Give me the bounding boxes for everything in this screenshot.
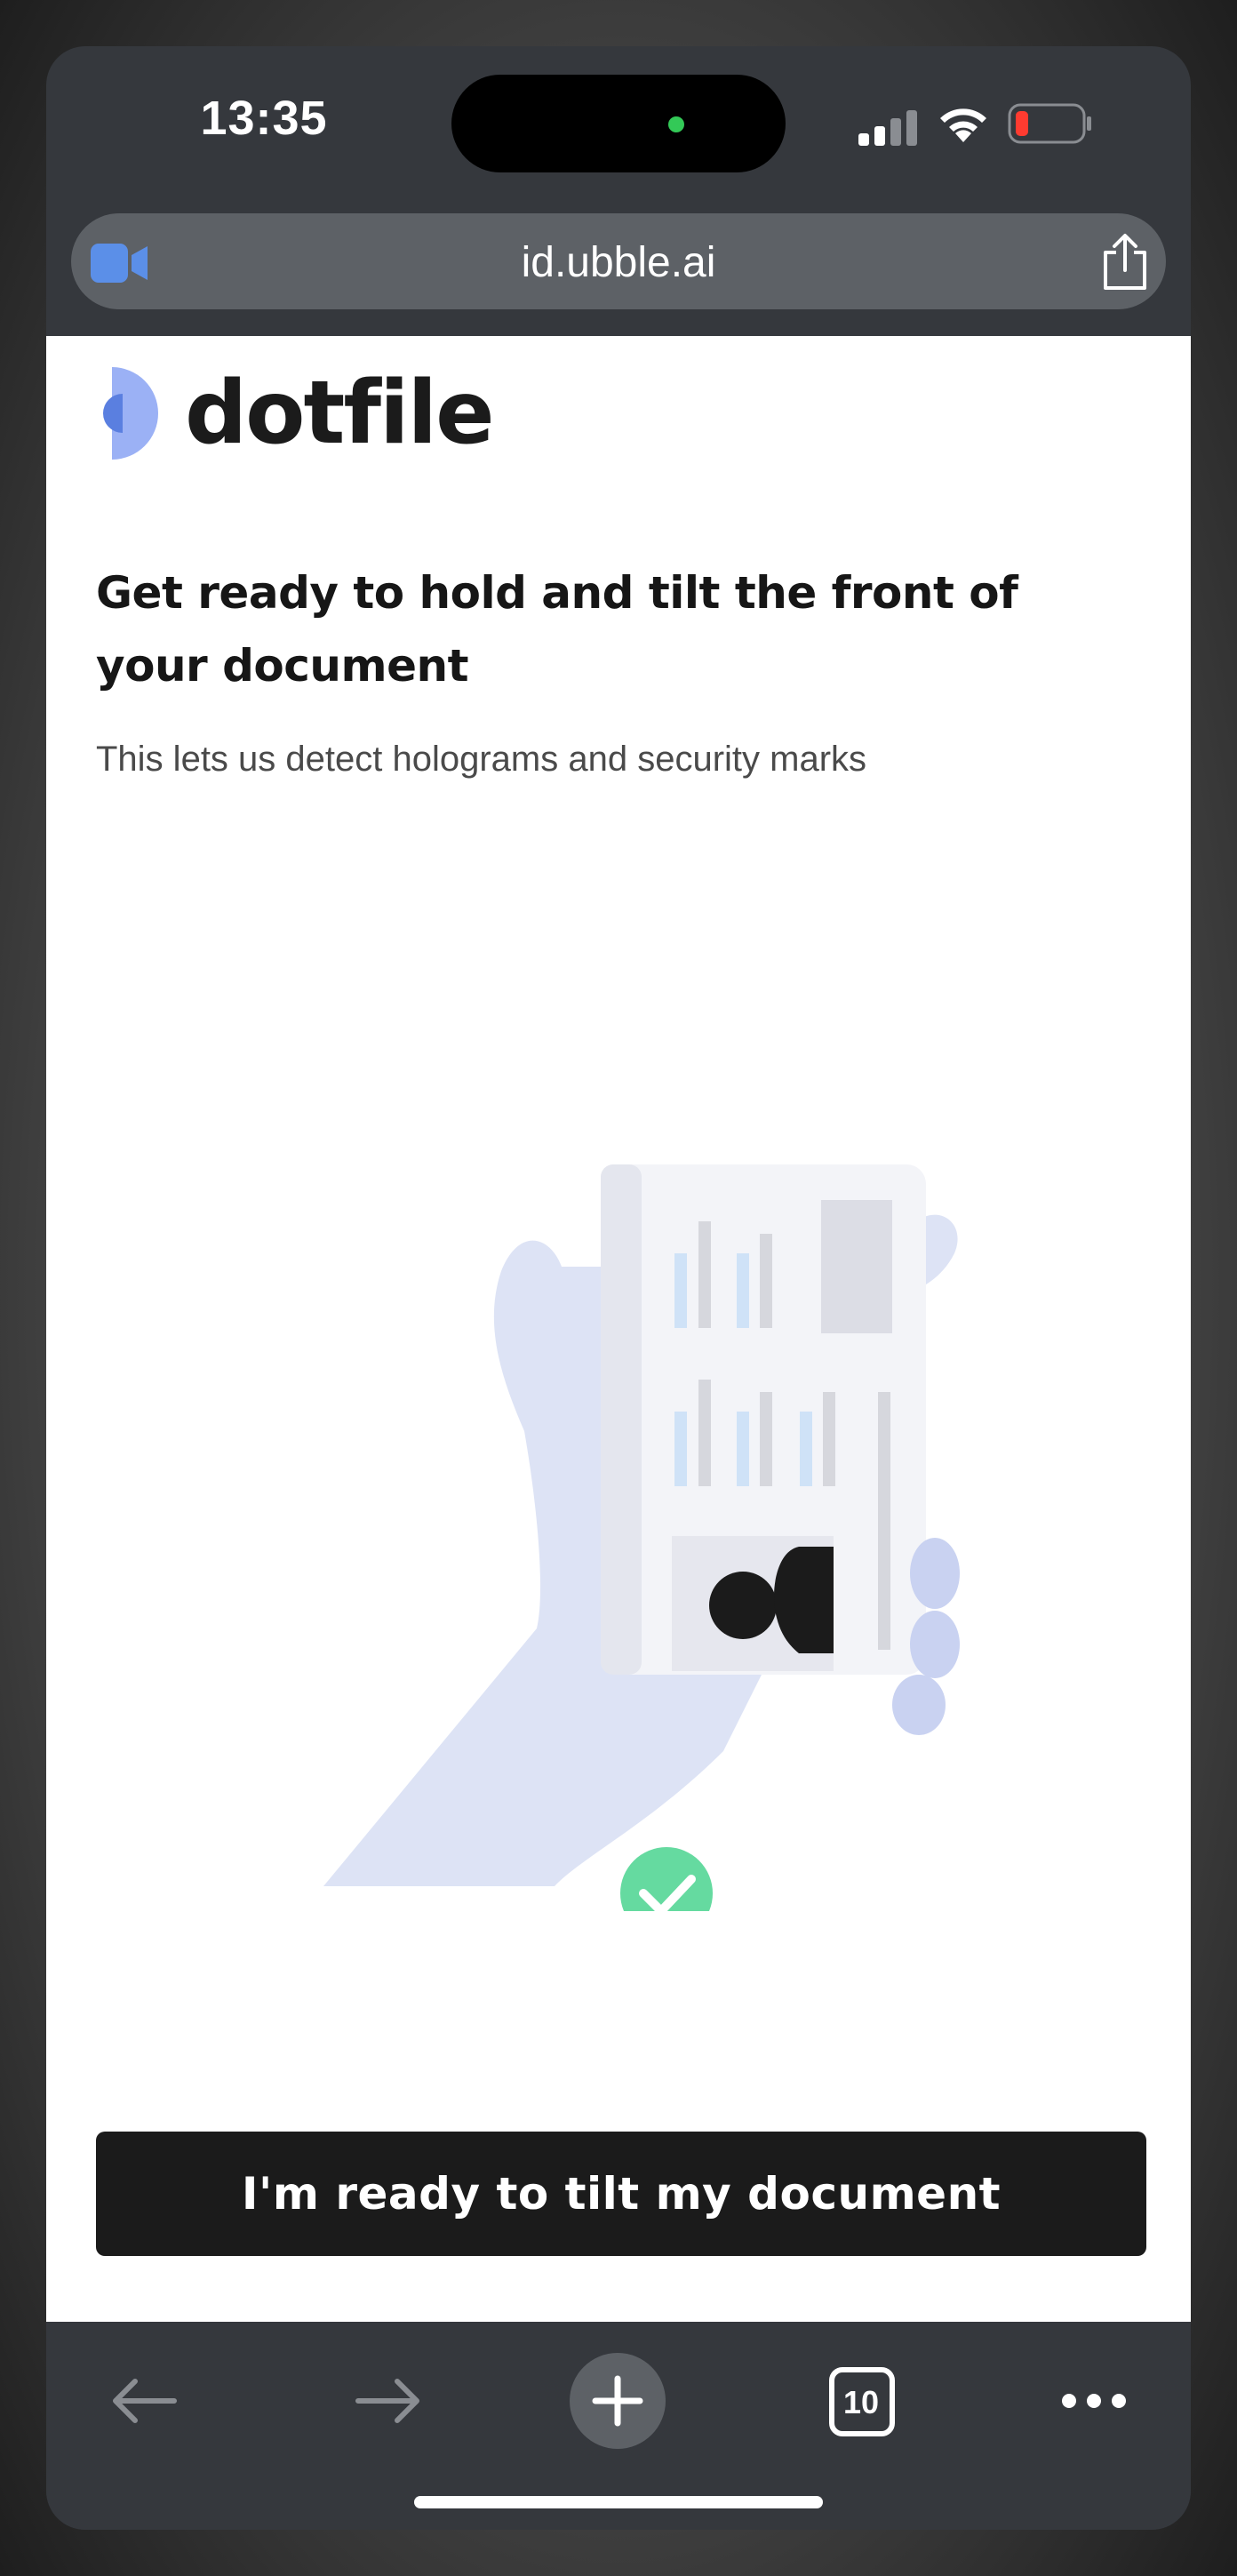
web-content: dotfile Get ready to hold and tilt the f… [46, 336, 1191, 2322]
arrow-right-icon [355, 2379, 419, 2423]
page-subtitle: This lets us detect holograms and securi… [96, 740, 867, 779]
signal-icon [858, 110, 917, 146]
brand-logo: dotfile [87, 363, 495, 464]
home-indicator[interactable] [414, 2496, 823, 2508]
plus-icon [570, 2353, 666, 2449]
page-title: Get ready to hold and tilt the front of … [96, 567, 1018, 692]
tabs-count: 10 [842, 2384, 880, 2420]
tabs-button[interactable]: 10 [812, 2352, 910, 2450]
dynamic-island [451, 75, 786, 172]
dotfile-logo-icon [103, 367, 158, 460]
share-icon[interactable] [1100, 233, 1150, 292]
url-text[interactable]: id.ubble.ai [71, 238, 1166, 287]
back-button[interactable] [95, 2352, 193, 2450]
address-bar[interactable]: id.ubble.ai [71, 213, 1166, 309]
more-menu-button[interactable] [1045, 2352, 1143, 2450]
hand-holding-id-card-illustration [323, 1164, 960, 1911]
browser-toolbar: 10 [46, 2322, 1191, 2530]
brand-name: dotfile [185, 363, 495, 464]
status-time: 13:35 [200, 92, 328, 145]
arrow-left-icon [113, 2379, 177, 2423]
ready-to-tilt-button[interactable]: I'm ready to tilt my document [96, 2132, 1146, 2256]
new-tab-button[interactable] [569, 2352, 666, 2450]
camera-in-use-indicator [668, 116, 684, 132]
status-bar: 13:35 [46, 46, 1191, 215]
battery-low-icon [1008, 103, 1091, 144]
phone-frame: 13:35 id.ubble.ai dotfile Get ready to h… [46, 46, 1191, 2530]
more-icon [1062, 2394, 1126, 2408]
wifi-icon [940, 108, 986, 142]
forward-button[interactable] [339, 2352, 437, 2450]
